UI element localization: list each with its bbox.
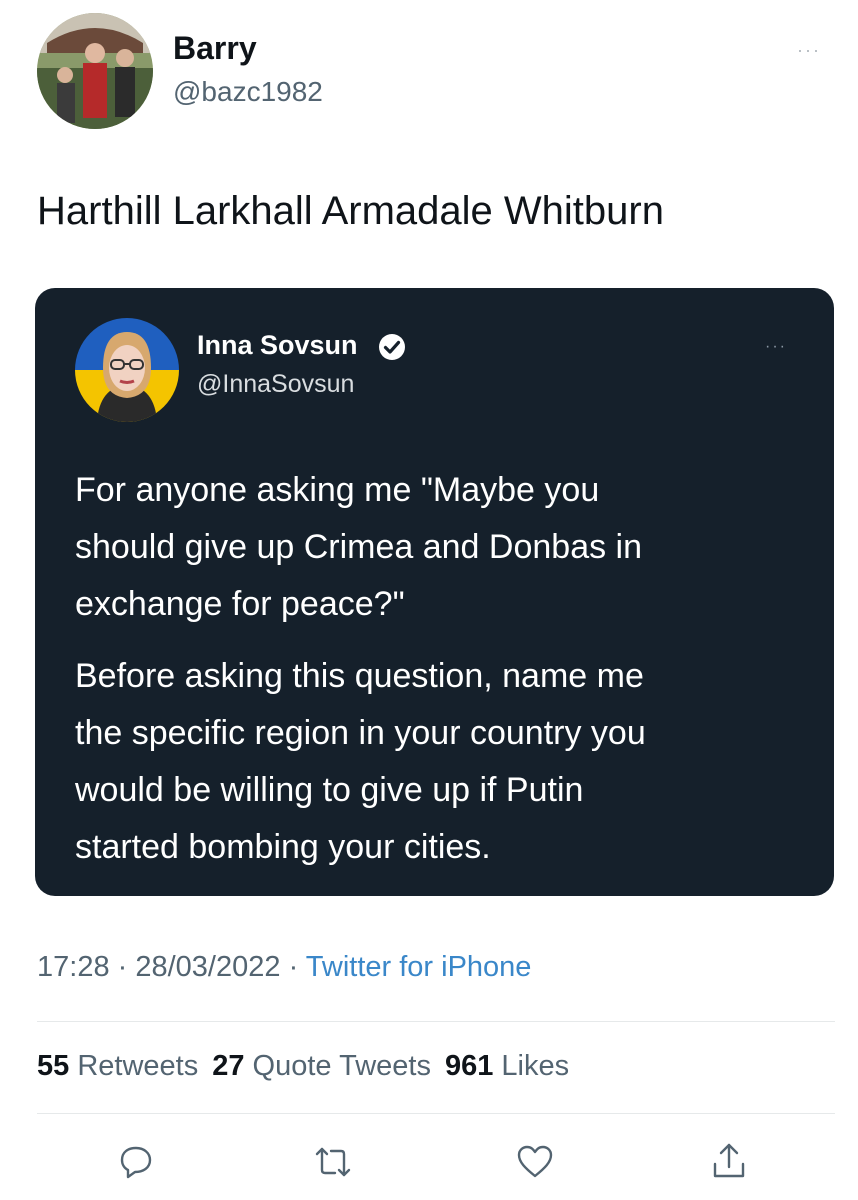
engagement-stats: 55 Retweets 27 Quote Tweets 961 Likes [37, 1050, 569, 1083]
quoted-author-avatar[interactable] [75, 318, 179, 422]
quoted-author-name[interactable]: Inna Sovsun [197, 330, 358, 361]
reply-icon[interactable] [114, 1140, 158, 1184]
quoted-paragraph-1: For anyone asking me "Maybe you should g… [75, 462, 642, 633]
quoted-line: exchange for peace?" [75, 585, 405, 623]
quoted-more-options-icon[interactable]: ··· [765, 338, 787, 356]
meta-separator: · [280, 951, 306, 983]
share-icon[interactable] [707, 1140, 751, 1184]
author-avatar[interactable] [37, 13, 153, 129]
quoted-line: the specific region in your country you [75, 714, 646, 752]
quoted-author-handle[interactable]: @InnaSovsun [197, 370, 354, 399]
verified-badge-icon [377, 332, 407, 362]
quoted-paragraph-2: Before asking this question, name me the… [75, 648, 646, 876]
quoted-line: started bombing your cities. [75, 828, 491, 866]
meta-separator: · [109, 951, 136, 983]
more-options-icon[interactable]: ··· [797, 40, 821, 61]
quotes-count: 27 [212, 1050, 245, 1082]
likes-label: Likes [501, 1050, 570, 1082]
quoted-line: Before asking this question, name me [75, 657, 644, 695]
author-handle[interactable]: @bazc1982 [173, 76, 323, 108]
quoted-tweet-card[interactable]: Inna Sovsun @InnaSovsun ··· For anyone a… [35, 288, 834, 896]
tweet-time[interactable]: 17:28 [37, 951, 110, 983]
retweets-count: 55 [37, 1050, 70, 1082]
tweet-source-link[interactable]: Twitter for iPhone [306, 951, 532, 983]
quoted-line: For anyone asking me "Maybe you [75, 471, 600, 509]
retweet-icon[interactable] [311, 1140, 355, 1184]
tweet-date[interactable]: 28/03/2022 [135, 951, 280, 983]
quote-tweets-stat[interactable]: 27 Quote Tweets [212, 1050, 431, 1082]
tweet-meta: 17:28 · 28/03/2022 · Twitter for iPhone [37, 951, 531, 984]
divider [37, 1113, 835, 1114]
likes-count: 961 [444, 1050, 494, 1082]
author-name[interactable]: Barry [173, 30, 257, 67]
like-icon[interactable] [513, 1140, 557, 1184]
retweets-stat[interactable]: 55 Retweets [37, 1050, 198, 1082]
likes-stat[interactable]: 961 Likes [445, 1050, 569, 1082]
retweets-label: Retweets [77, 1050, 199, 1082]
tweet-text: Harthill Larkhall Armadale Whitburn [37, 189, 664, 233]
quotes-label: Quote Tweets [252, 1050, 431, 1082]
quoted-line: should give up Crimea and Donbas in [75, 528, 643, 566]
divider [37, 1021, 835, 1022]
quoted-line: would be willing to give up if Putin [75, 771, 584, 809]
